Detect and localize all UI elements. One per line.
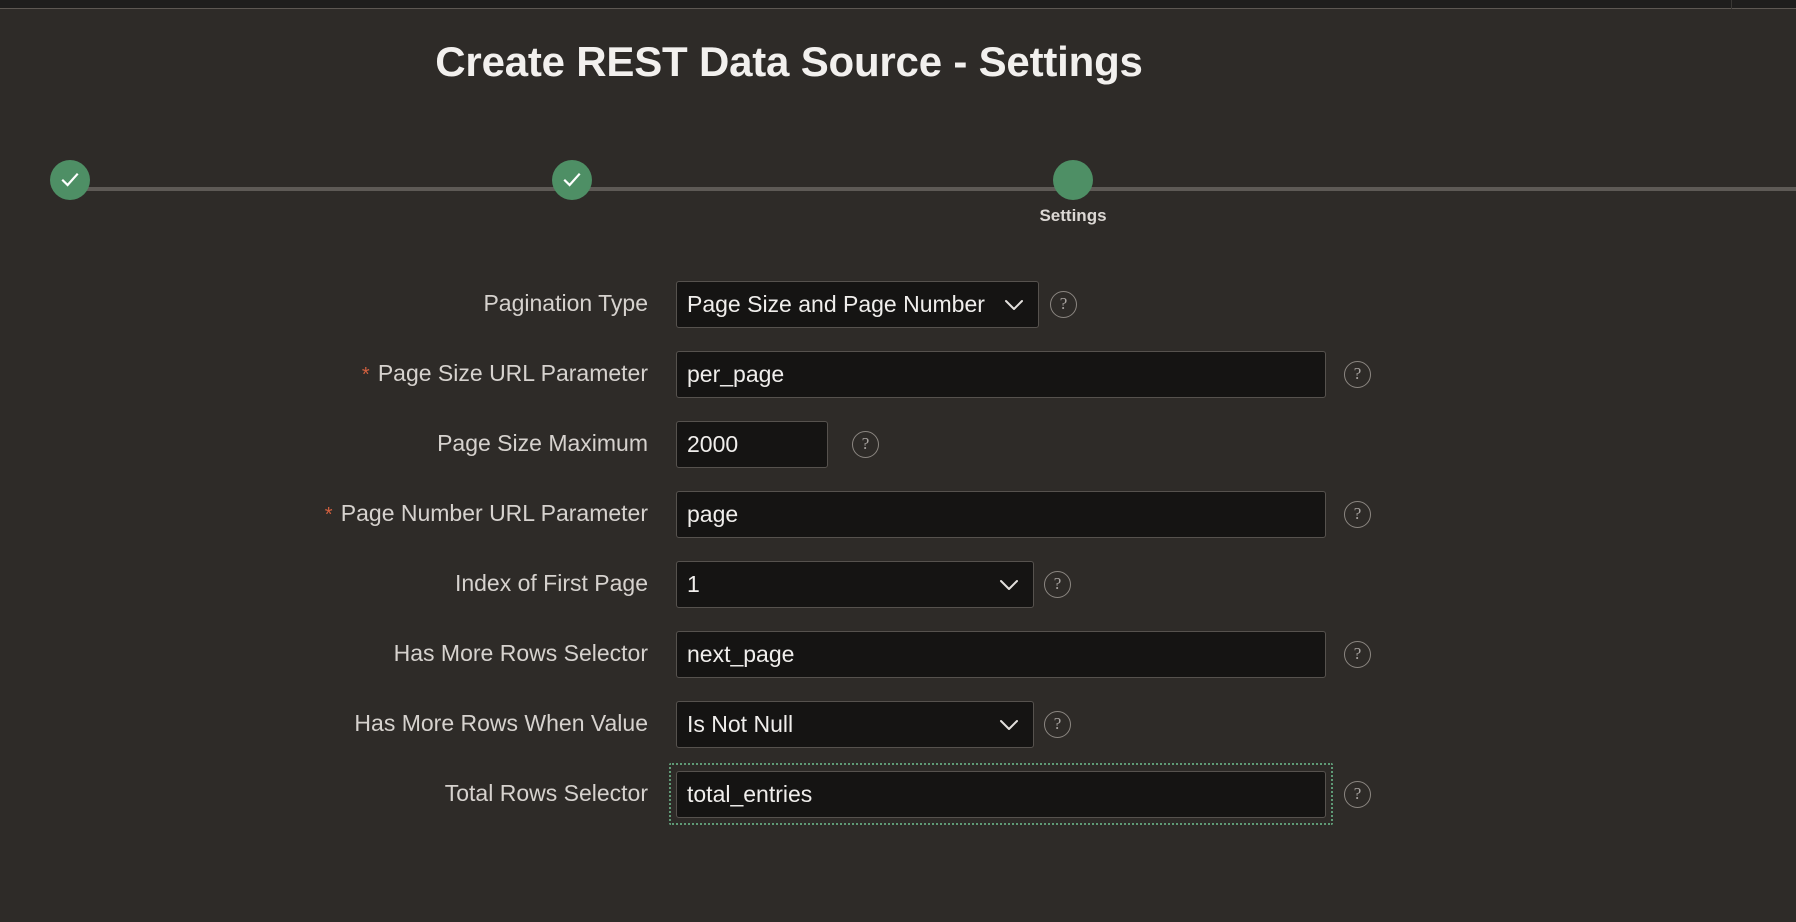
value-has-more-rows-when-value: Is Not Null: [687, 711, 794, 737]
required-marker: *: [324, 504, 333, 526]
chrome-divider: [1731, 0, 1732, 9]
chevron-down-icon: [1000, 579, 1018, 590]
label-page-size-url-parameter: Page Size URL Parameter *: [361, 360, 648, 386]
check-icon: [61, 172, 79, 187]
value-page-size-maximum: 2000: [687, 431, 739, 457]
field-row-pagination-type: Pagination Type Page Size and Page Number…: [0, 275, 1796, 345]
help-icon-index-of-first-page[interactable]: ?: [1044, 571, 1071, 598]
wizard-step-3[interactable]: Settings: [1039, 160, 1107, 225]
settings-form: Pagination Type Page Size and Page Number…: [0, 275, 1796, 835]
help-icon-page-size-url-parameter[interactable]: ?: [1344, 361, 1371, 388]
window-chrome-strip: [0, 0, 1796, 9]
page-title: Create REST Data Source - Settings: [435, 38, 1143, 85]
page-body: Create REST Data Source - Settings Setti…: [0, 10, 1796, 922]
required-marker: *: [361, 364, 370, 386]
field-row-total-rows-selector: Total Rows Selector total_entries?: [0, 763, 1796, 835]
check-icon: [563, 172, 581, 187]
wizard-step-2[interactable]: [552, 160, 592, 200]
select-has-more-rows-when-value[interactable]: Is Not Null: [676, 701, 1034, 748]
value-pagination-type: Page Size and Page Number: [687, 291, 985, 317]
select-pagination-type[interactable]: Page Size and Page Number: [676, 281, 1039, 328]
label-has-more-rows-when-value: Has More Rows When Value: [354, 710, 648, 736]
help-icon-page-size-maximum[interactable]: ?: [852, 431, 879, 458]
wizard-step-dot: [1053, 160, 1093, 200]
label-total-rows-selector: Total Rows Selector: [444, 780, 648, 806]
value-index-of-first-page: 1: [687, 571, 700, 597]
wizard-step-dot: [50, 160, 90, 200]
chevron-down-icon: [1005, 299, 1023, 310]
value-has-more-rows-selector: next_page: [687, 641, 795, 667]
input-has-more-rows-selector[interactable]: next_page: [676, 631, 1326, 678]
wizard-step-1[interactable]: [50, 160, 90, 200]
wizard-step-dot: [552, 160, 592, 200]
label-page-size-maximum: Page Size Maximum: [437, 430, 648, 456]
input-page-number-url-parameter[interactable]: page: [676, 491, 1326, 538]
select-index-of-first-page[interactable]: 1: [676, 561, 1034, 608]
wizard-step-label: Settings: [1039, 206, 1107, 225]
chevron-down-icon: [1000, 719, 1018, 730]
field-row-page-number-url-parameter: Page Number URL Parameter * page?: [0, 485, 1796, 555]
value-total-rows-selector: total_entries: [687, 781, 813, 807]
label-index-of-first-page: Index of First Page: [454, 570, 648, 596]
help-icon-page-number-url-parameter[interactable]: ?: [1344, 501, 1371, 528]
help-icon-has-more-rows-selector[interactable]: ?: [1344, 641, 1371, 668]
value-page-number-url-parameter: page: [687, 501, 739, 527]
value-page-size-url-parameter: per_page: [687, 361, 785, 387]
input-page-size-url-parameter[interactable]: per_page: [676, 351, 1326, 398]
help-icon-pagination-type[interactable]: ?: [1050, 291, 1077, 318]
field-row-page-size-maximum: Page Size Maximum 2000?: [0, 415, 1796, 485]
field-row-page-size-url-parameter: Page Size URL Parameter * per_page?: [0, 345, 1796, 415]
help-icon-has-more-rows-when-value[interactable]: ?: [1044, 711, 1071, 738]
label-page-number-url-parameter: Page Number URL Parameter *: [324, 500, 648, 526]
field-row-has-more-rows-when-value: Has More Rows When Value Is Not Null?: [0, 695, 1796, 765]
input-total-rows-selector[interactable]: total_entries: [676, 771, 1326, 818]
label-has-more-rows-selector: Has More Rows Selector: [393, 640, 648, 666]
help-icon-total-rows-selector[interactable]: ?: [1344, 781, 1371, 808]
field-row-has-more-rows-selector: Has More Rows Selector next_page?: [0, 625, 1796, 695]
label-pagination-type: Pagination Type: [483, 290, 648, 316]
stepper-connector-line: [78, 187, 1796, 191]
input-page-size-maximum[interactable]: 2000: [676, 421, 828, 468]
wizard-stepper: Settings: [0, 160, 1796, 240]
field-row-index-of-first-page: Index of First Page 1?: [0, 555, 1796, 625]
